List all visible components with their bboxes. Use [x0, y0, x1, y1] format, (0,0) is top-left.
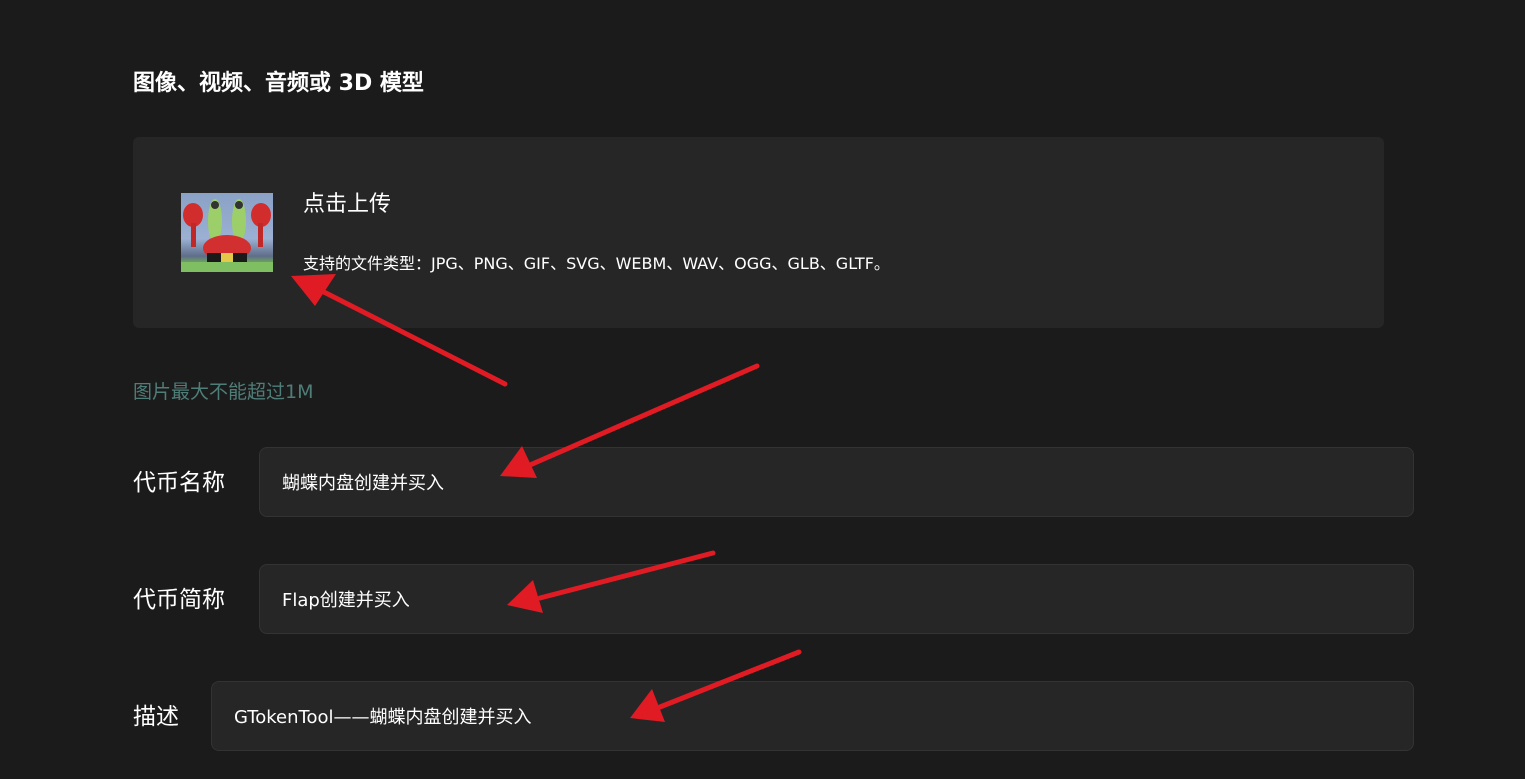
image-size-hint: 图片最大不能超过1M	[133, 381, 314, 403]
token-name-label: 代币名称	[133, 470, 225, 496]
uploaded-image-thumbnail	[181, 193, 273, 272]
token-symbol-label: 代币简称	[133, 587, 225, 613]
page: 图像、视频、音频或 3D 模型 点击上传 支持的文件类型：JPG、PNG、GIF…	[0, 0, 1525, 779]
section-title: 图像、视频、音频或 3D 模型	[133, 71, 424, 96]
description-input[interactable]	[211, 681, 1414, 751]
token-name-input[interactable]	[259, 447, 1414, 517]
upload-title: 点击上传	[303, 192, 392, 217]
token-symbol-input[interactable]	[259, 564, 1414, 634]
supported-file-types: 支持的文件类型：JPG、PNG、GIF、SVG、WEBM、WAV、OGG、GLB…	[303, 254, 890, 273]
description-label: 描述	[133, 704, 179, 730]
upload-dropzone[interactable]: 点击上传 支持的文件类型：JPG、PNG、GIF、SVG、WEBM、WAV、OG…	[133, 137, 1384, 328]
